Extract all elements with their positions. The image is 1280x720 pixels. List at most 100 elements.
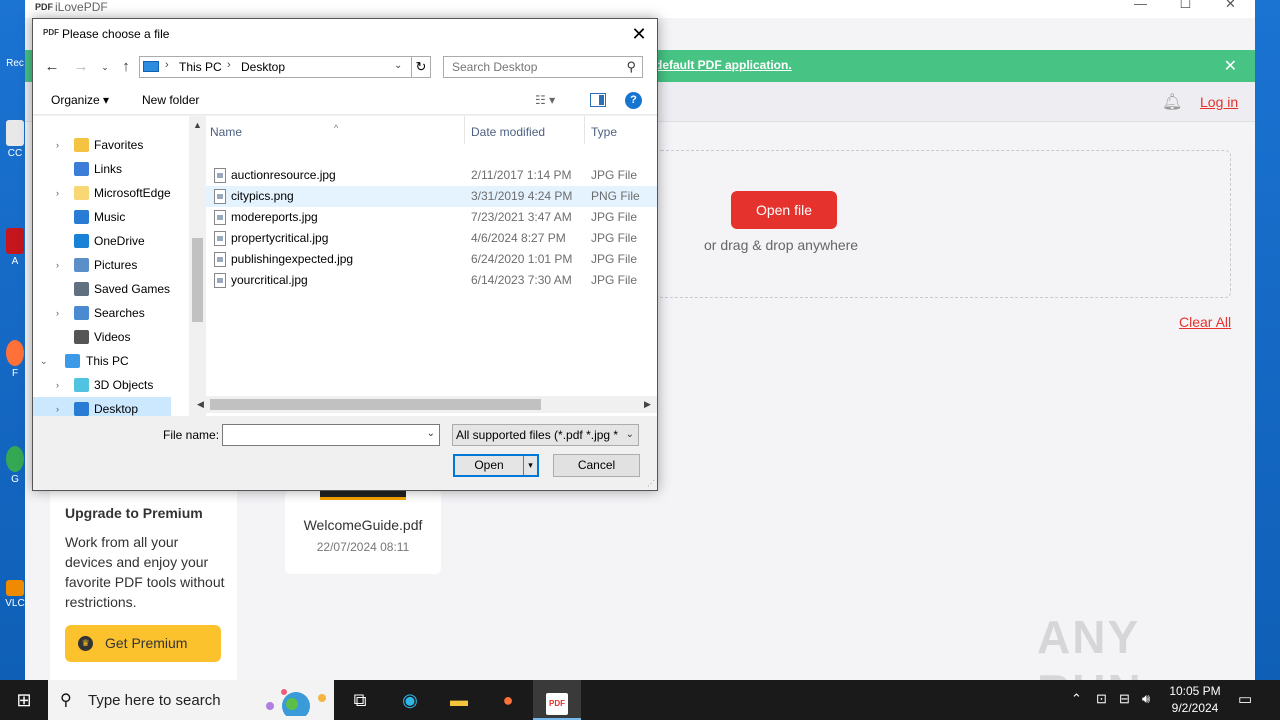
file-drop-zone[interactable]: Open file or drag & drop anywhere <box>655 150 1231 298</box>
desktop-icon-recycle[interactable]: Rec <box>4 58 26 69</box>
minimize-button[interactable]: — <box>1118 0 1163 18</box>
tree-item-searches[interactable]: › Searches <box>33 301 171 325</box>
file-row[interactable]: auctionresource.jpg 2/11/2017 1:14 PM JPG … <box>206 165 657 186</box>
column-divider[interactable] <box>464 116 465 144</box>
chevron-right-icon[interactable]: › <box>56 301 66 325</box>
tree-item-microsoftedge[interactable]: › MicrosoftEdge <box>33 181 171 205</box>
file-row[interactable]: yourcritical.jpg 6/14/2023 7:30 AM JPG Fil… <box>206 270 657 291</box>
close-icon[interactable]: ✕ <box>1224 56 1237 76</box>
desktop-icon-firefox[interactable]: F <box>4 340 26 379</box>
recent-file-card[interactable]: WelcomeGuide.pdf 22/07/2024 08:11 <box>285 490 441 574</box>
scroll-up-icon[interactable]: ▲ <box>193 120 202 130</box>
tree-item-music[interactable]: Music <box>33 205 171 229</box>
chevron-up-icon[interactable]: ⌃ <box>1071 691 1082 707</box>
chevron-down-icon[interactable]: ⌄ <box>427 428 435 439</box>
search-input[interactable] <box>444 57 619 77</box>
desktop-icon-acrobat[interactable]: A <box>4 228 26 267</box>
edge-icon[interactable]: ◉ <box>386 680 434 720</box>
chevron-right-icon[interactable]: › <box>227 59 231 71</box>
breadcrumb-this-pc[interactable]: This PC <box>179 60 222 74</box>
network-icon[interactable]: ⊡ <box>1096 691 1107 707</box>
tree-item-this-pc[interactable]: ⌄ This PC <box>33 349 171 373</box>
forward-arrow-icon[interactable]: → <box>72 58 90 76</box>
column-header-date[interactable]: Date modified <box>471 120 545 144</box>
bell-icon[interactable]: 🔔︎ <box>1162 92 1182 112</box>
chevron-right-icon[interactable]: › <box>56 181 66 205</box>
dialog-close-button[interactable]: ✕ <box>627 22 651 46</box>
column-header-name[interactable]: Name ^ <box>210 120 338 144</box>
chevron-right-icon[interactable]: › <box>165 59 169 71</box>
chevron-right-icon[interactable]: › <box>56 373 66 397</box>
horizontal-scroll-thumb[interactable] <box>210 399 541 410</box>
get-premium-button[interactable]: ♛ Get Premium <box>65 625 221 662</box>
cancel-button[interactable]: Cancel <box>553 454 640 477</box>
task-view-icon[interactable]: ⧉ <box>336 680 384 720</box>
file-type-select[interactable]: All supported files (*.pdf *.jpg * ⌄ <box>452 424 639 446</box>
wifi-icon[interactable]: ⊟ <box>1119 691 1130 707</box>
clock[interactable]: 10:05 PM 9/2/2024 <box>1160 683 1230 717</box>
tree-item-desktop[interactable]: › Desktop <box>33 397 171 416</box>
tree-scroll-thumb[interactable] <box>192 238 203 322</box>
tree-item-onedrive[interactable]: OneDrive <box>33 229 171 253</box>
chevron-down-icon[interactable]: ⌄ <box>40 349 50 373</box>
back-arrow-icon[interactable]: ← <box>43 58 61 76</box>
tree-item-saved-games[interactable]: Saved Games <box>33 277 171 301</box>
taskbar-search[interactable]: ⚲ Type here to search <box>48 680 334 720</box>
horizontal-scrollbar[interactable]: ◀ ▶ <box>193 396 657 413</box>
scroll-right-icon[interactable]: ▶ <box>644 399 651 410</box>
search-box[interactable]: ⚲ <box>443 56 643 78</box>
tree-item-links[interactable]: Links <box>33 157 171 181</box>
open-options-arrow-icon[interactable]: ▾ <box>523 456 537 475</box>
desktop-icon-label: CC <box>7 148 23 159</box>
clear-all-link[interactable]: Clear All <box>1179 314 1231 330</box>
login-link[interactable]: Log in <box>1200 94 1238 110</box>
help-icon[interactable]: ? <box>625 92 642 109</box>
chevron-right-icon[interactable]: › <box>56 133 66 157</box>
view-options-icon[interactable]: ☷ ▾ <box>535 93 555 107</box>
up-arrow-icon[interactable]: ↑ <box>117 58 135 76</box>
chevron-right-icon[interactable]: › <box>56 397 66 416</box>
address-bar[interactable]: › This PC › Desktop ⌄ <box>139 56 431 78</box>
windows-start-icon[interactable]: ⊞ <box>0 680 48 720</box>
resize-grip-icon[interactable]: ⋰ <box>647 479 655 488</box>
refresh-icon[interactable]: ↻ <box>411 56 431 78</box>
file-row[interactable]: modereports.jpg 7/23/2021 3:47 AM JPG File <box>206 207 657 228</box>
column-divider[interactable] <box>584 116 585 144</box>
file-date-modified: 3/31/2019 4:24 PM <box>471 189 573 203</box>
file-explorer-icon[interactable]: ▬ <box>435 680 483 720</box>
file-row[interactable]: citypics.png 3/31/2019 4:24 PM PNG File <box>206 186 657 207</box>
chevron-right-icon[interactable]: › <box>56 253 66 277</box>
set-default-link[interactable]: default PDF application. <box>655 58 792 72</box>
file-name: modereports.jpg <box>231 210 318 224</box>
close-window-button[interactable]: ✕ <box>1208 0 1253 18</box>
tree-item-videos[interactable]: Videos <box>33 325 171 349</box>
scroll-left-icon[interactable]: ◀ <box>197 399 204 410</box>
file-row[interactable]: publishingexpected.jpg 6/24/2020 1:01 PM J… <box>206 249 657 270</box>
recent-locations-chevron-icon[interactable]: ⌄ <box>96 58 114 76</box>
volume-icon[interactable]: 🔊︎ <box>1142 691 1150 707</box>
new-folder-button[interactable]: New folder <box>142 93 199 107</box>
image-file-icon <box>214 231 226 246</box>
open-button[interactable]: Open ▾ <box>453 454 539 477</box>
file-row[interactable]: propertycritical.jpg 4/6/2024 8:27 PM JPG … <box>206 228 657 249</box>
tree-scrollbar[interactable]: ▲ ▼ <box>189 116 206 416</box>
ilovepdf-taskbar-icon[interactable]: PDF <box>533 680 581 720</box>
organize-menu[interactable]: Organize ▾ <box>51 93 109 107</box>
tree-item-3d-objects[interactable]: › 3D Objects <box>33 373 171 397</box>
file-name-field[interactable]: ⌄ <box>222 424 440 446</box>
breadcrumb-desktop[interactable]: Desktop <box>241 60 285 74</box>
desktop-icon-shortcut[interactable]: CC <box>4 120 26 159</box>
open-file-button[interactable]: Open file <box>731 191 837 229</box>
pdf-taskbar-label: PDF <box>546 693 568 715</box>
desktop-icon-vlc[interactable]: VLC <box>4 580 26 609</box>
maximize-button[interactable]: ☐ <box>1163 0 1208 18</box>
notifications-icon[interactable]: ▭ <box>1238 690 1252 708</box>
chevron-down-icon[interactable]: ⌄ <box>394 60 402 71</box>
firefox-icon[interactable]: ● <box>484 680 532 720</box>
tree-item-favorites[interactable]: › Favorites <box>33 133 171 157</box>
preview-pane-icon[interactable] <box>590 93 606 107</box>
column-header-type[interactable]: Type <box>591 120 617 144</box>
pc-icon <box>143 61 159 72</box>
tree-item-pictures[interactable]: › Pictures <box>33 253 171 277</box>
desktop-icon-chrome[interactable]: G <box>4 446 26 485</box>
